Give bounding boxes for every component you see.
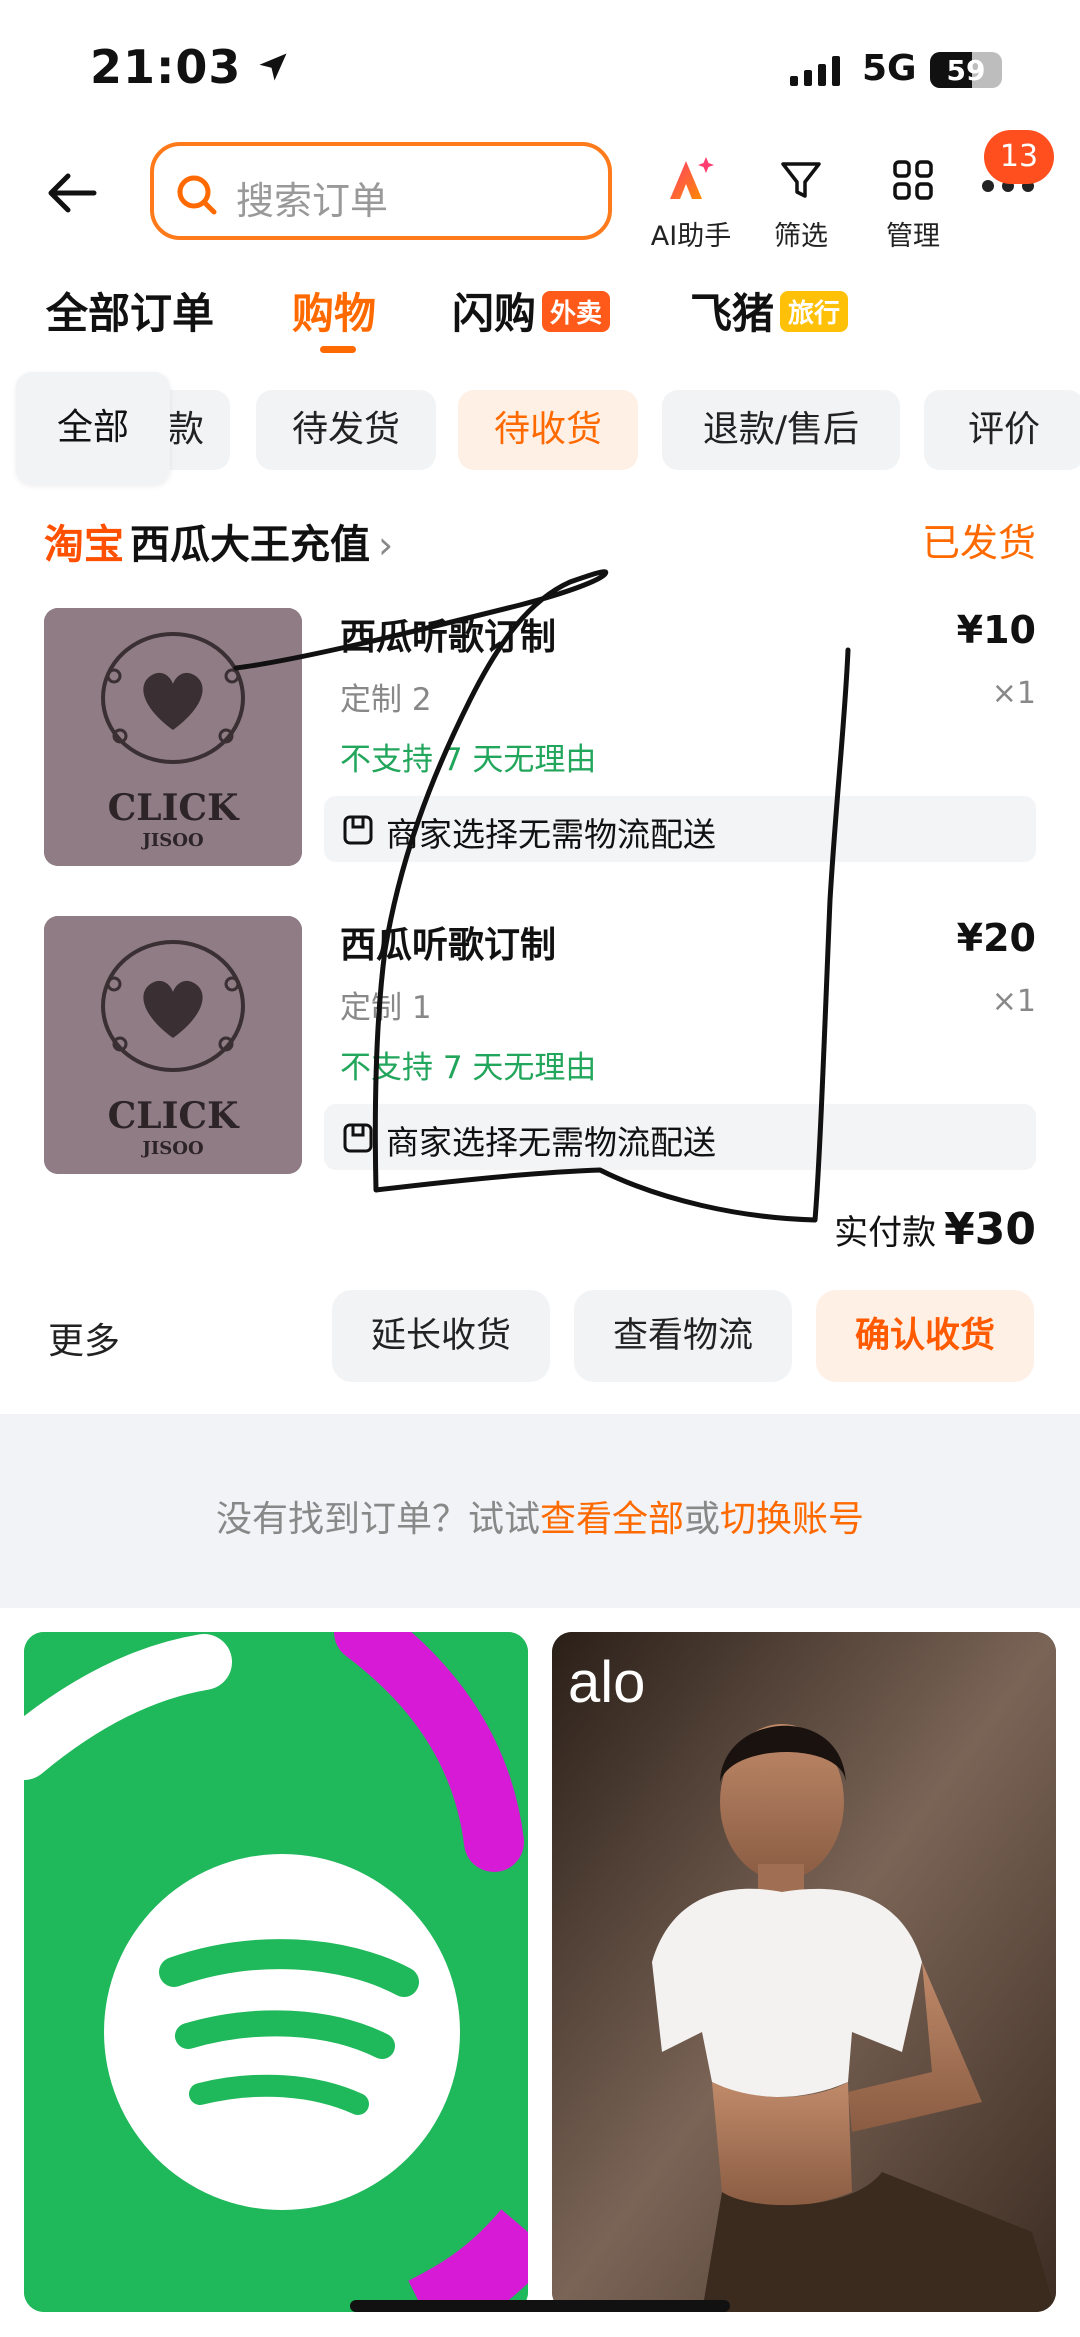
package-icon [343, 815, 373, 845]
filter-pending-ship[interactable]: 待发货 [256, 390, 436, 470]
tab-flash-buy[interactable]: 闪购 外卖 [452, 280, 611, 341]
order-search-input[interactable]: 搜索订单 [150, 142, 612, 240]
alo-logo: alo [568, 1650, 645, 1715]
order-item[interactable]: CLICK JISOO 西瓜听歌订制 ¥20 定制 1 ×1 不支持 7 天无理… [44, 916, 1036, 1176]
active-tab-indicator [320, 346, 356, 353]
search-placeholder: 搜索订单 [236, 179, 389, 223]
no-order-hint-band: 没有找到订单？试试查看全部或切换账号 [0, 1414, 1080, 1608]
spotify-logo-icon [24, 1632, 528, 2312]
chevron-right-icon: › [378, 523, 394, 567]
taobao-logo: 淘宝 [44, 522, 124, 568]
shipping-text: 商家选择无需物流配送 [386, 815, 716, 854]
battery-icon: 59 [930, 52, 1002, 88]
shipping-info: 商家选择无需物流配送 [324, 796, 1036, 862]
view-logistics-button[interactable]: 查看物流 [574, 1290, 792, 1382]
tab-fliggy[interactable]: 飞猪 旅行 [690, 280, 849, 341]
status-time-row: 21:03 [90, 40, 291, 94]
order-total: 实付款 ¥30 [834, 1204, 1036, 1255]
status-time: 21:03 [90, 40, 242, 94]
cover-title-text: CLICK [108, 787, 240, 829]
item-price: ¥20 [956, 916, 1036, 960]
filter-refund-aftersale[interactable]: 退款/售后 [662, 390, 900, 470]
filter-all-pill[interactable]: 全部 [16, 372, 170, 484]
alo-model-photo: alo [552, 1632, 1056, 2312]
network-type: 5G [862, 48, 917, 89]
orders-page: 21:03 5G 59 搜索订单 AI助手 筛选 管理 13 全部订单 购物 闪… [0, 0, 1080, 2337]
tab-flash-buy-label: 闪购 [452, 289, 537, 338]
message-count-badge: 13 [984, 130, 1054, 184]
battery-level: 59 [946, 54, 986, 87]
tab-shopping[interactable]: 购物 [292, 280, 376, 341]
no-return-notice: 不支持 7 天无理由 [340, 1050, 597, 1086]
grid-manage-icon [893, 160, 933, 200]
search-icon [177, 175, 217, 215]
item-price: ¥10 [956, 608, 1036, 652]
takeout-tag: 外卖 [542, 291, 611, 332]
no-return-notice: 不支持 7 天无理由 [340, 742, 597, 778]
click-album-cover-art: CLICK JISOO [44, 608, 302, 866]
or-text: 或 [684, 1499, 721, 1540]
package-icon [343, 1123, 373, 1153]
home-indicator[interactable] [350, 2300, 730, 2312]
tab-fliggy-label: 飞猪 [690, 289, 775, 338]
manage-button[interactable]: 管理 [858, 152, 968, 253]
filter-label: 筛选 [774, 221, 828, 252]
filter-button[interactable]: 筛选 [746, 152, 856, 253]
ai-assistant-icon [670, 157, 714, 199]
shop-name: 西瓜大王充值 [130, 522, 370, 568]
back-arrow-icon[interactable] [38, 158, 108, 228]
total-amount: ¥30 [944, 1204, 1036, 1255]
status-bar: 21:03 5G 59 [0, 0, 1080, 130]
ai-assistant-label: AI助手 [650, 221, 732, 252]
filter-pending-receipt[interactable]: 待收货 [458, 390, 638, 470]
item-quantity: ×1 [991, 676, 1036, 711]
filter-icon [781, 162, 821, 198]
view-all-link[interactable]: 查看全部 [540, 1499, 684, 1540]
item-spec: 定制 2 [340, 682, 432, 718]
product-thumbnail: CLICK JISOO [44, 608, 302, 866]
cellular-signal-icon [790, 56, 840, 86]
item-title: 西瓜听歌订制 [340, 925, 557, 966]
item-spec: 定制 1 [340, 990, 432, 1026]
extend-receipt-button[interactable]: 延长收货 [332, 1290, 550, 1382]
shipping-info: 商家选择无需物流配送 [324, 1104, 1036, 1170]
shop-header[interactable]: 淘宝 西瓜大王充值 › 已发货 [44, 512, 1036, 572]
confirm-receipt-button[interactable]: 确认收货 [816, 1290, 1034, 1382]
filter-review[interactable]: 评价 [924, 390, 1080, 470]
order-status: 已发货 [921, 521, 1036, 565]
click-album-cover-art: CLICK JISOO [44, 916, 302, 1174]
switch-account-link[interactable]: 切换账号 [720, 1499, 864, 1540]
total-label: 实付款 [834, 1213, 937, 1253]
tab-all-orders[interactable]: 全部订单 [46, 280, 214, 341]
manage-label: 管理 [886, 221, 940, 252]
product-thumbnail: CLICK JISOO [44, 916, 302, 1174]
more-actions-link[interactable]: 更多 [48, 1312, 120, 1364]
order-category-tabs: 全部订单 购物 闪购 外卖 飞猪 旅行 [0, 280, 1080, 360]
cover-artist-text: JISOO [140, 830, 203, 851]
order-item[interactable]: CLICK JISOO 西瓜听歌订制 ¥10 定制 2 ×1 不支持 7 天无理… [44, 608, 1036, 868]
alo-promo-card[interactable]: alo [552, 1632, 1056, 2312]
shipping-text: 商家选择无需物流配送 [386, 1123, 716, 1162]
spotify-promo-card[interactable] [24, 1632, 528, 2312]
cover-artist-text: JISOO [140, 1138, 203, 1159]
no-order-hint-text: 没有找到订单？试试 [215, 1499, 540, 1540]
location-arrow-icon [259, 53, 287, 81]
ai-assistant-button[interactable]: AI助手 [636, 152, 746, 253]
no-order-hint: 没有找到订单？试试查看全部或切换账号 [0, 1490, 1080, 1542]
item-title: 西瓜听歌订制 [340, 617, 557, 658]
item-quantity: ×1 [991, 984, 1036, 1019]
cover-title-text: CLICK [108, 1095, 240, 1137]
travel-tag: 旅行 [780, 291, 849, 332]
